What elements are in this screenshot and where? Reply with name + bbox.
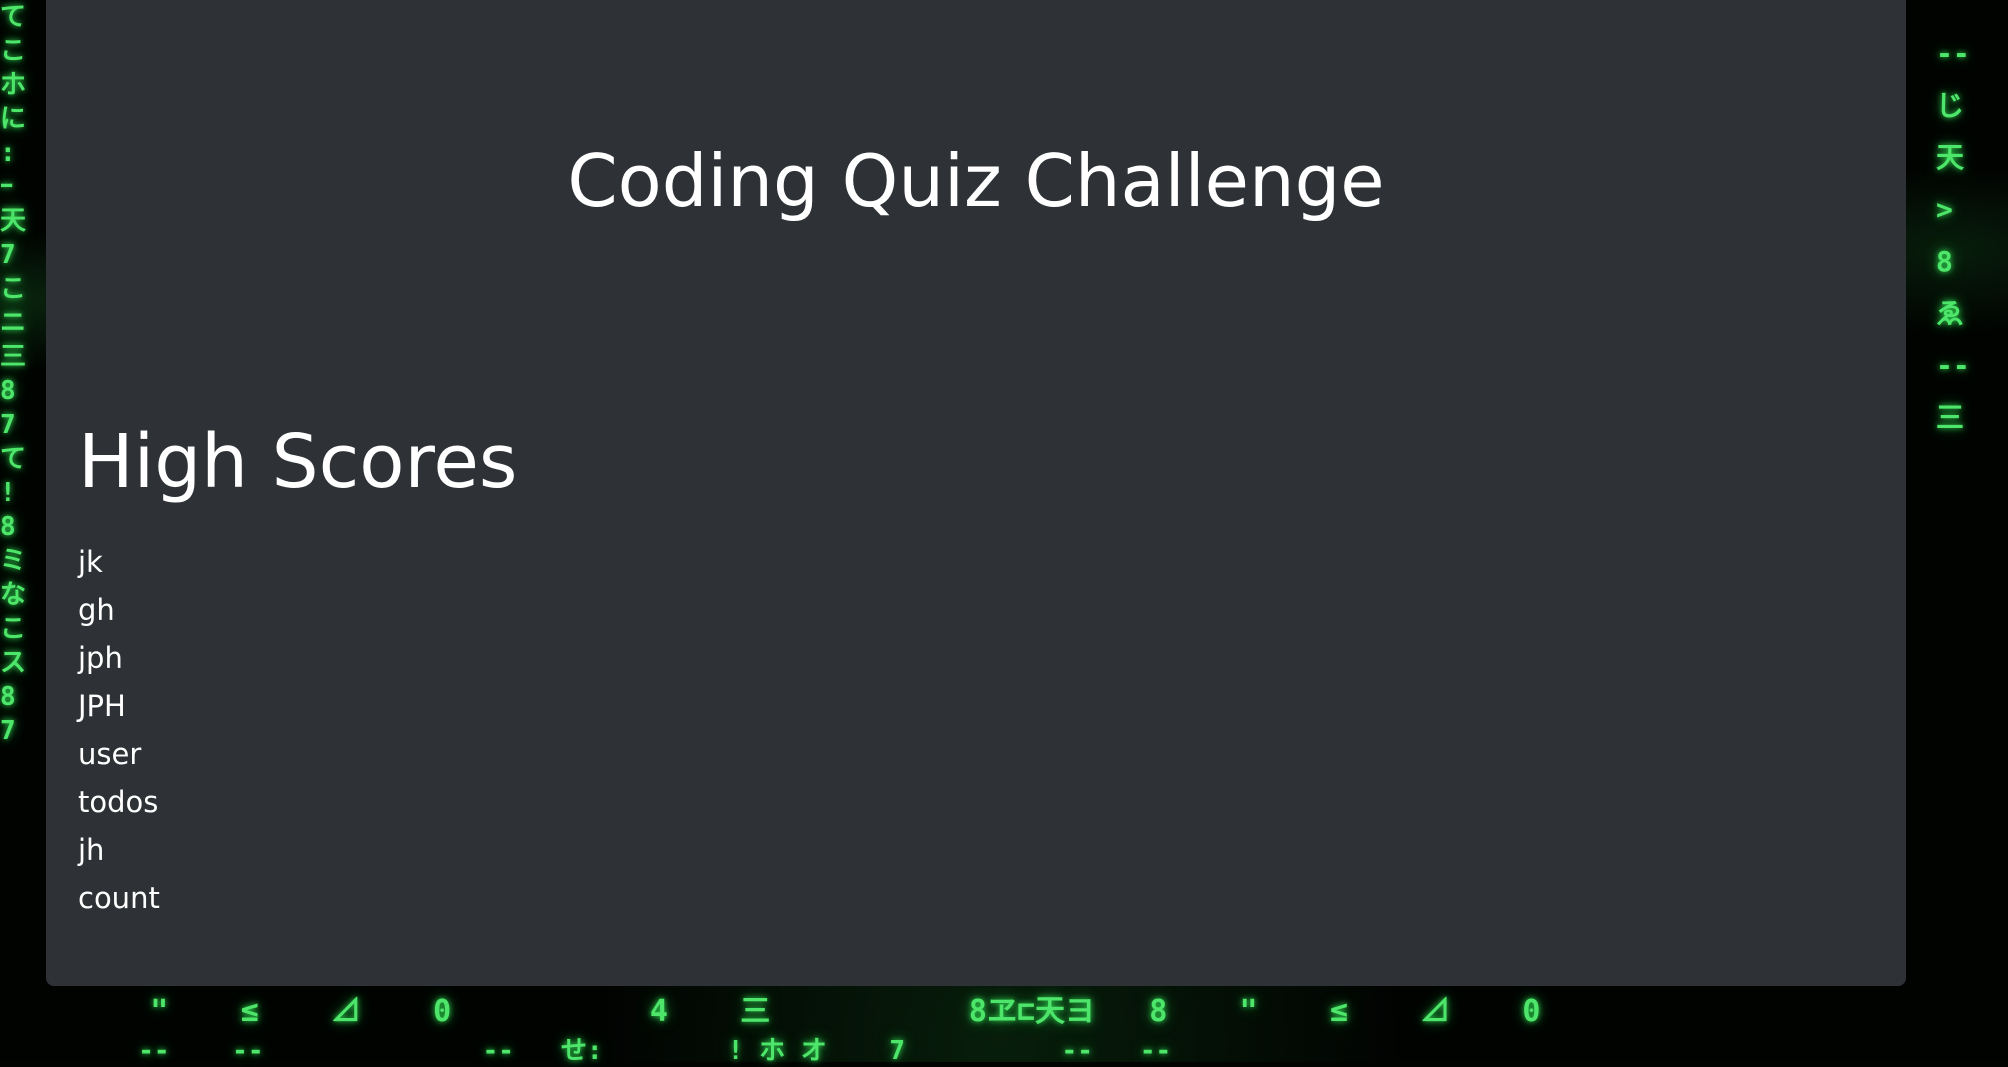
matrix-glyph-column-left: てこホに: ｰ天 7 こニ三 8 7 て! 8 ミなこス 8 7 — [0, 4, 26, 744]
matrix-glyph: 7 — [0, 410, 16, 440]
matrix-glyph: 8 — [0, 376, 16, 406]
matrix-glyph: -- — [1936, 349, 1970, 382]
matrix-glyph: ホ — [0, 70, 27, 100]
high-score-entry: JPH — [78, 689, 126, 723]
matrix-glyph: て — [0, 444, 27, 474]
matrix-glyph: 天 — [0, 206, 27, 236]
matrix-glyph: > — [1936, 193, 1953, 226]
high-score-entry: count — [78, 881, 160, 915]
matrix-glyph-row-bottom-2: -- -- -- せ: ! ホ オ 7 -- -- — [60, 1036, 1172, 1066]
matrix-glyph: な — [0, 580, 27, 610]
matrix-glyph: 7 — [0, 716, 16, 746]
page-title: Coding Quiz Challenge — [567, 139, 1385, 223]
matrix-glyph: じ — [1936, 89, 1965, 122]
matrix-glyph: 8 — [0, 512, 16, 542]
matrix-glyph: 7 — [0, 240, 16, 270]
matrix-glyph: 8 — [0, 682, 16, 712]
matrix-glyph: 天 — [1936, 141, 1965, 174]
matrix-glyph: に — [0, 104, 27, 134]
matrix-glyph: ス — [0, 648, 27, 678]
matrix-glyph: -- — [1936, 37, 1970, 70]
matrix-glyph: ｰ — [0, 172, 14, 202]
matrix-glyph: ミ — [0, 546, 27, 576]
matrix-glyph: : — [0, 138, 16, 168]
high-scores-heading: High Scores — [78, 419, 518, 505]
high-score-entry: user — [78, 737, 142, 771]
high-scores-list: jk gh jph JPH user todos jh count — [78, 538, 160, 922]
high-score-entry: gh — [78, 593, 115, 627]
matrix-glyph: ニ — [0, 308, 27, 338]
high-score-entry: jh — [78, 833, 105, 867]
matrix-glyph: こ — [0, 36, 27, 66]
matrix-glyph: こ — [0, 614, 27, 644]
quiz-card: Coding Quiz Challenge High Scores jk gh … — [46, 0, 1906, 986]
matrix-glyph-column-right: -- じ天 >8 ゑ -- 三 — [1936, 40, 1970, 432]
matrix-glyph: 三 — [1936, 401, 1965, 434]
matrix-glyph: こ — [0, 274, 27, 304]
matrix-glyph: て — [0, 2, 27, 32]
high-score-entry: jk — [78, 545, 103, 579]
matrix-glyph: ! — [0, 478, 16, 508]
matrix-glyph: 8 — [1936, 245, 1953, 278]
high-score-entry: todos — [78, 785, 159, 819]
high-score-entry: jph — [78, 641, 123, 675]
matrix-glyph: 三 — [0, 342, 27, 372]
matrix-glyph: ゑ — [1936, 297, 1965, 330]
matrix-glyph-row-bottom: " ≤ ⊿ 0 4 三 8ヱ⊏天ヨ 8 " ≤ ⊿ 0 — [60, 994, 1541, 1029]
